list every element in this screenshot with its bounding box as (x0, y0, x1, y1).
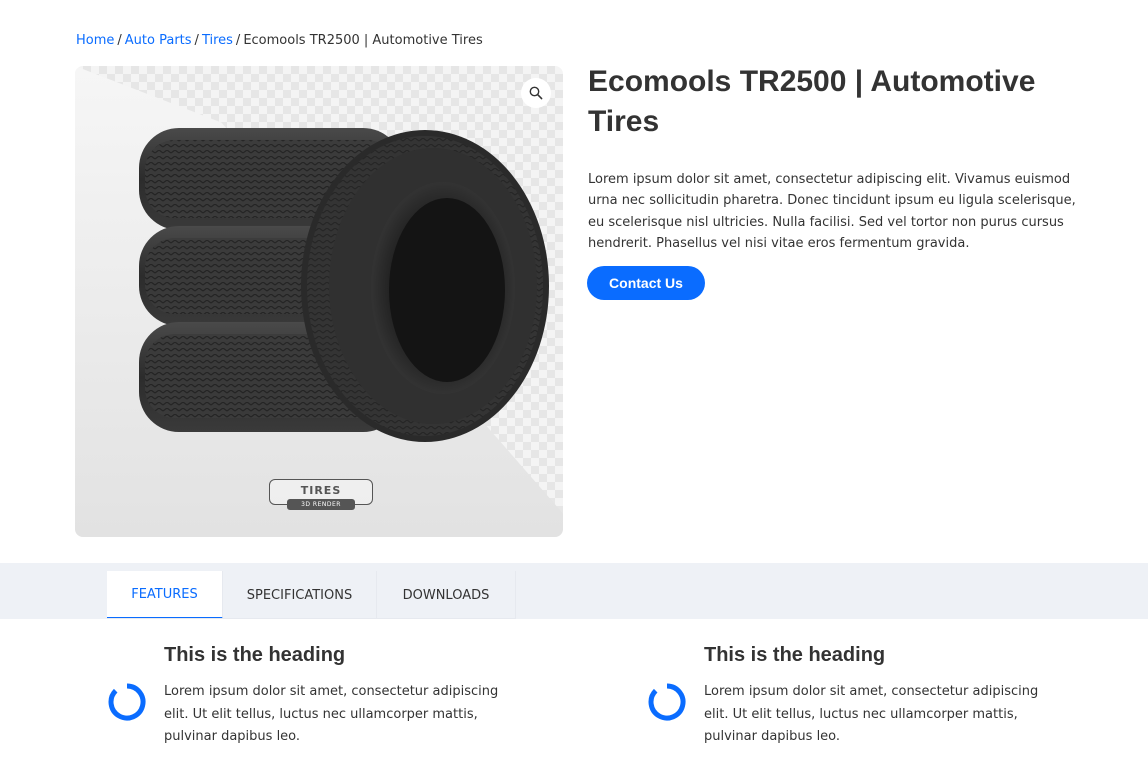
tab-specifications[interactable]: SPECIFICATIONS (223, 571, 377, 619)
tabs-divider (107, 618, 516, 619)
contact-us-button[interactable]: Contact Us (587, 266, 705, 300)
tab-content: This is the heading Lorem ipsum dolor si… (0, 619, 1148, 769)
tires-illustration (139, 128, 549, 442)
image-badge-subtext: 3D RENDER (287, 499, 355, 510)
tab-features[interactable]: FEATURES (107, 571, 223, 619)
feature-heading: This is the heading (704, 644, 886, 666)
breadcrumb-separator: / (235, 33, 241, 48)
zoom-button[interactable] (521, 78, 551, 108)
breadcrumb-tires-link[interactable]: Tires (202, 33, 233, 48)
circle-notch-icon (648, 683, 686, 721)
circle-notch-icon (108, 683, 146, 721)
breadcrumb-home-link[interactable]: Home (76, 33, 114, 48)
breadcrumb-separator: / (194, 33, 199, 48)
breadcrumb-current: Ecomools TR2500 | Automotive Tires (243, 33, 483, 48)
search-icon (529, 86, 543, 100)
breadcrumb: Home / Auto Parts / Tires / Ecomools TR2500 | … (76, 33, 483, 48)
breadcrumb-auto-parts-link[interactable]: Auto Parts (125, 33, 192, 48)
feature-heading: This is the heading (164, 644, 346, 666)
product-image[interactable]: TIRES 3D RENDER (75, 66, 563, 537)
product-description: Lorem ipsum dolor sit amet, consectetur … (588, 172, 1076, 251)
tab-downloads[interactable]: DOWNLOADS (377, 571, 516, 619)
feature-text: Lorem ipsum dolor sit amet, consectetur … (704, 684, 1039, 744)
product-title: Ecomools TR2500 | Automotive Tires (588, 65, 1036, 138)
product-tabs: FEATURES SPECIFICATIONS DOWNLOADS (107, 571, 516, 619)
feature-text: Lorem ipsum dolor sit amet, consectetur … (164, 684, 499, 744)
breadcrumb-separator: / (117, 33, 122, 48)
